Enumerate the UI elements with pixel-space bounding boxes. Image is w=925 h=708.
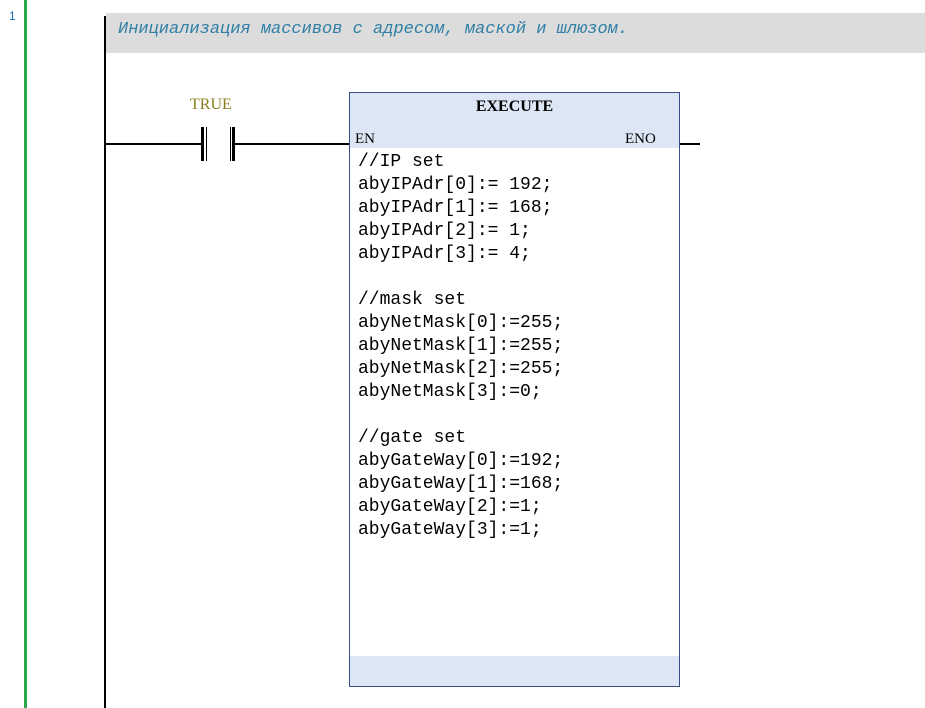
code-line: abyIPAdr[0]:= 192; <box>358 175 553 195</box>
code-line: abyNetMask[1]:=255; <box>358 336 564 356</box>
function-block-title: EXECUTE <box>475 98 554 115</box>
rung-number: 1 <box>9 9 16 23</box>
wire-eno-output <box>680 143 700 145</box>
code-line: abyGateWay[0]:=192; <box>358 451 564 471</box>
wire-contact-to-block <box>235 143 349 145</box>
code-line: abyGateWay[3]:=1; <box>358 520 542 540</box>
code-line: //mask set <box>358 290 467 310</box>
code-line: abyGateWay[1]:=168; <box>358 474 564 494</box>
pin-eno: ENO <box>625 131 656 147</box>
rung-selection-bar <box>24 0 27 708</box>
code-line: abyIPAdr[3]:= 4; <box>358 244 531 264</box>
pin-en: EN <box>355 131 375 147</box>
wire-rail-to-contact <box>106 143 202 145</box>
code-line: abyNetMask[0]:=255; <box>358 313 564 333</box>
contact-label[interactable]: TRUE <box>190 96 232 114</box>
code-line: //IP set <box>358 152 445 172</box>
code-line: abyIPAdr[2]:= 1; <box>358 221 531 241</box>
code-line: abyNetMask[2]:=255; <box>358 359 564 379</box>
code-line: abyIPAdr[1]:= 168; <box>358 198 553 218</box>
function-block-code[interactable]: //IP set abyIPAdr[0]:= 192; abyIPAdr[1]:= … <box>358 151 563 542</box>
rung-comment[interactable]: Инициализация массивов с адресом, маской… <box>118 20 628 39</box>
code-line: abyGateWay[2]:=1; <box>358 497 542 517</box>
left-power-rail <box>104 16 106 708</box>
code-line: //gate set <box>358 428 467 448</box>
code-line: abyNetMask[3]:=0; <box>358 382 542 402</box>
